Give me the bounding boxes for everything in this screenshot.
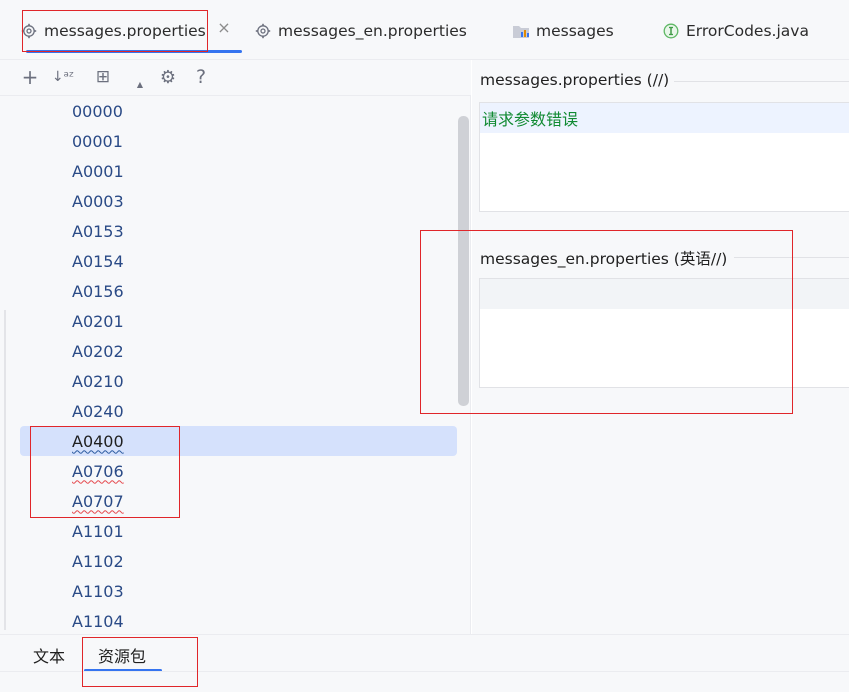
tab-label: messages [536, 22, 614, 40]
divider [0, 671, 849, 672]
list-item[interactable]: A0240 [20, 396, 457, 426]
list-item[interactable]: A1101 [20, 516, 457, 546]
sort-alphabetically-icon[interactable]: ↓ᵃᶻ [50, 64, 76, 90]
value-editor-default[interactable]: 请求参数错误 [479, 102, 849, 212]
tab-messages-properties[interactable]: messages.properties [20, 12, 242, 53]
dropdown-arrow-icon[interactable]: ▲ [130, 64, 150, 90]
gear-icon [20, 22, 38, 40]
key-label: A1102 [72, 551, 124, 571]
key-label: A0210 [72, 371, 124, 391]
key-label: A1101 [72, 521, 124, 541]
key-label: A0202 [72, 341, 124, 361]
list-item[interactable]: A0153 [20, 216, 457, 246]
divider [734, 257, 849, 258]
gear-icon [254, 22, 272, 40]
section-title-messages-en: messages_en.properties (英语//) [480, 250, 728, 268]
list-item[interactable]: A0156 [20, 276, 457, 306]
key-label: 00000 [72, 101, 123, 121]
close-icon[interactable]: × [216, 20, 232, 36]
bottom-tab-bar: 文本 资源包 [0, 634, 849, 692]
scrollbar[interactable] [458, 116, 469, 406]
tab-label: messages_en.properties [278, 22, 467, 40]
key-label: A0707 [72, 491, 124, 511]
list-item[interactable]: A0003 [20, 186, 457, 216]
list-item[interactable]: A0706 [20, 456, 457, 486]
settings-icon[interactable]: ⚙ [155, 64, 181, 90]
tab-text[interactable]: 文本 [33, 643, 65, 667]
list-item[interactable]: A0001 [20, 156, 457, 186]
list-item[interactable]: A0202 [20, 336, 457, 366]
list-item[interactable]: A0154 [20, 246, 457, 276]
property-keys-list: 00000 00001 A0001 A0003 A0153 A0154 A0156 A0201… [0, 96, 471, 634]
key-label: A1103 [72, 581, 124, 601]
tab-errorcodes-java[interactable]: ErrorCodes.java [662, 12, 809, 50]
tab-messages-bundle[interactable]: messages [512, 12, 614, 50]
gutter-line [4, 310, 6, 630]
list-item[interactable]: A1103 [20, 576, 457, 606]
group-icon[interactable]: ⊞ [90, 64, 116, 90]
tab-resource-bundle[interactable]: 资源包 [83, 643, 163, 672]
key-label: A0154 [72, 251, 124, 271]
list-item[interactable]: A1102 [20, 546, 457, 576]
list-item[interactable]: A0210 [20, 366, 457, 396]
list-item[interactable]: 00000 [20, 96, 457, 126]
key-label: A0001 [72, 161, 124, 181]
key-label: A1104 [72, 611, 124, 631]
resource-bundle-icon [512, 22, 530, 40]
bundle-toolbar: + ↓ᵃᶻ ⊞ ▲ ⚙ ? [0, 60, 471, 96]
list-item[interactable]: A0707 [20, 486, 457, 516]
help-icon[interactable]: ? [188, 64, 214, 90]
key-label: A0706 [72, 461, 124, 481]
tab-messages-en-properties[interactable]: messages_en.properties [254, 12, 467, 50]
editor-tab-bar: messages.properties × messages_en.proper… [0, 0, 849, 60]
list-item[interactable]: 00001 [20, 126, 457, 156]
add-icon[interactable]: + [17, 64, 43, 90]
key-label: A0240 [72, 401, 124, 421]
interface-icon [662, 22, 680, 40]
list-item[interactable]: A0201 [20, 306, 457, 336]
key-label: A0153 [72, 221, 124, 241]
property-values-panel: messages.properties (//) 请求参数错误 messages… [472, 60, 849, 634]
divider [674, 81, 849, 82]
key-label: A0201 [72, 311, 124, 331]
key-label: 00001 [72, 131, 123, 151]
key-label: A0003 [72, 191, 124, 211]
section-title-messages: messages.properties (//) [480, 71, 670, 89]
list-item[interactable]: A0400 [20, 426, 457, 456]
value-text[interactable] [480, 279, 849, 309]
key-label: A0400 [72, 431, 124, 451]
list-item[interactable]: A1104 [20, 606, 457, 634]
value-editor-en[interactable] [479, 278, 849, 388]
tab-label: messages.properties [44, 22, 206, 40]
tab-label: ErrorCodes.java [686, 22, 809, 40]
value-text[interactable]: 请求参数错误 [480, 103, 849, 133]
key-label: A0156 [72, 281, 124, 301]
